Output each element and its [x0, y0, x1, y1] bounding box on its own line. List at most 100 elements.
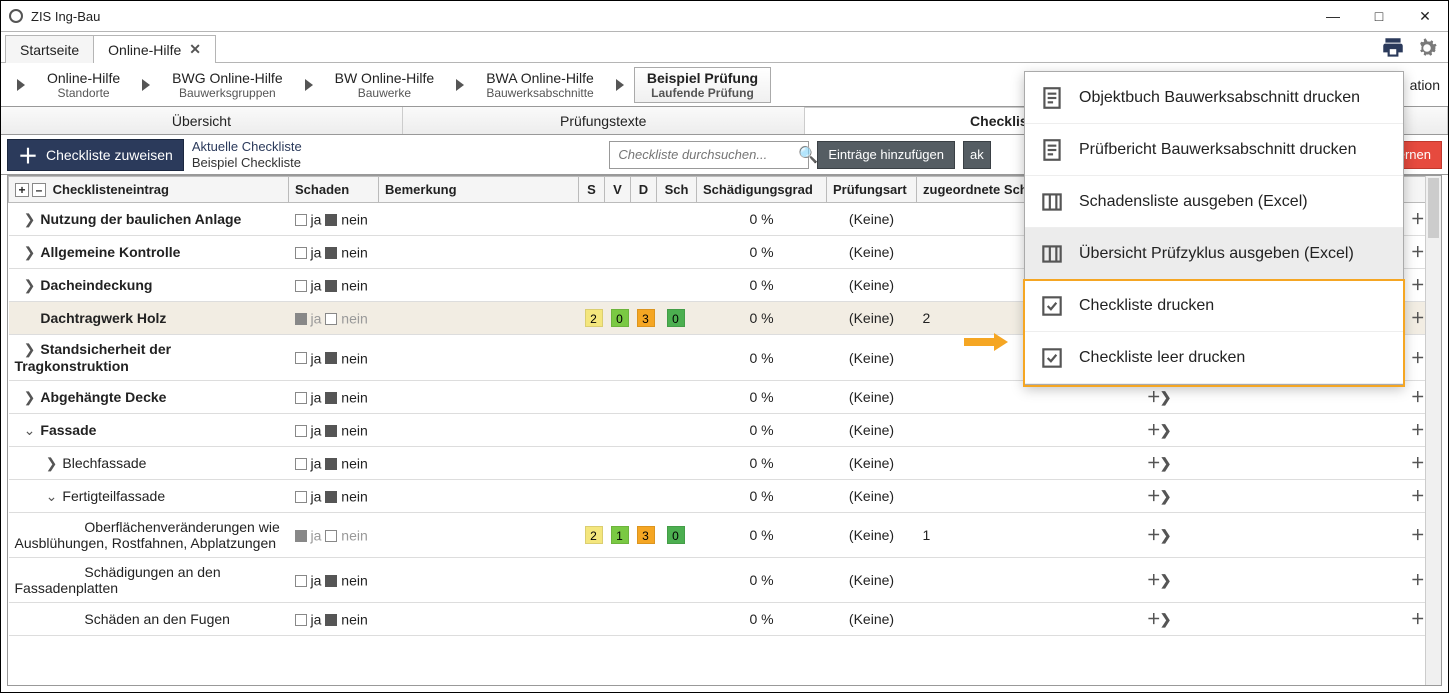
checkbox-ja[interactable] [295, 313, 307, 325]
checkbox-ja[interactable] [295, 214, 307, 226]
dd-schadensliste[interactable]: Schadensliste ausgeben (Excel) [1025, 176, 1403, 228]
search-box[interactable]: 🔍 [609, 141, 809, 169]
checkbox-nein[interactable] [325, 425, 337, 437]
current-checklist-name: Beispiel Checkliste [192, 155, 302, 171]
subtab-uebersicht[interactable]: Übersicht [1, 107, 403, 134]
table-row[interactable]: ❯ Blechfassadeja nein0 %(Keine)＋❯＋❯ [9, 447, 1441, 480]
dd-checkliste-leer-drucken[interactable]: Checkliste leer drucken [1025, 332, 1403, 384]
checkbox-nein[interactable] [325, 491, 337, 503]
checkbox-nein[interactable] [325, 352, 337, 364]
expand-toggle-icon[interactable]: ❯ [45, 455, 59, 472]
chevron-right-icon [17, 79, 25, 91]
checkbox-nein[interactable] [325, 392, 337, 404]
rating-badge: 0 [667, 526, 685, 544]
collapse-all-icon[interactable]: – [32, 183, 46, 197]
col-v[interactable]: V [605, 177, 631, 203]
checkbox-nein[interactable] [325, 614, 337, 626]
titlebar: ZIS Ing-Bau — □ ✕ [1, 1, 1448, 31]
crumb-4-active[interactable]: Beispiel PrüfungLaufende Prüfung [634, 67, 771, 103]
table-row[interactable]: ⌄ Fassadeja nein0 %(Keine)＋❯＋❯ [9, 414, 1441, 447]
search-input[interactable] [616, 146, 798, 163]
dd-checkliste-drucken[interactable]: Checkliste drucken [1025, 280, 1403, 332]
chevron-right-icon [142, 79, 150, 91]
current-checklist-label: Aktuelle Checkliste [192, 139, 302, 155]
col-sch[interactable]: Sch [657, 177, 697, 203]
subtab-pruefungstexte[interactable]: Prüfungstexte [403, 107, 805, 134]
crumb-1[interactable]: BWG Online-HilfeBauwerksgruppen [160, 70, 294, 100]
expand-all-icon[interactable]: + [15, 183, 29, 197]
checkbox-nein[interactable] [325, 280, 337, 292]
entry-name: Schädigungen an den Fassadenplatten [15, 564, 221, 596]
add-chevron-icon[interactable]: ＋❯ [1147, 527, 1171, 543]
col-d[interactable]: D [631, 177, 657, 203]
print-icon[interactable] [1380, 35, 1406, 61]
gear-icon[interactable] [1414, 35, 1440, 61]
expand-toggle-icon[interactable]: ❯ [23, 277, 37, 294]
col-s[interactable]: S [579, 177, 605, 203]
rating-badge: 1 [611, 526, 629, 544]
checkbox-ja[interactable] [295, 614, 307, 626]
col-type[interactable]: Prüfungsart [827, 177, 917, 203]
expand-toggle-icon[interactable]: ⌄ [23, 422, 37, 439]
add-chevron-icon[interactable]: ＋❯ [1147, 455, 1171, 471]
window-close-button[interactable]: ✕ [1402, 1, 1448, 31]
table-row[interactable]: Schäden an den Fugenja nein0 %(Keine)＋❯＋… [9, 603, 1441, 636]
checkbox-ja[interactable] [295, 575, 307, 587]
add-chevron-icon[interactable]: ＋❯ [1147, 611, 1171, 627]
checkbox-nein[interactable] [325, 575, 337, 587]
dd-pruefbericht[interactable]: Prüfbericht Bauwerksabschnitt drucken [1025, 124, 1403, 176]
checkbox-ja[interactable] [295, 458, 307, 470]
expand-toggle-icon[interactable]: ⌄ [45, 488, 59, 505]
checkbox-ja[interactable] [295, 247, 307, 259]
expand-toggle-icon[interactable]: ❯ [23, 244, 37, 261]
entry-name: Allgemeine Kontrolle [40, 244, 180, 260]
expand-toggle-icon[interactable]: ❯ [23, 211, 37, 228]
col-degree[interactable]: Schädigungsgrad [697, 177, 827, 203]
table-row[interactable]: Oberflächenveränderungen wie Ausblühunge… [9, 513, 1441, 558]
dd-uebersicht-pruefzyklus[interactable]: Übersicht Prüfzyklus ausgeben (Excel) [1025, 228, 1403, 280]
checkbox-nein[interactable] [325, 458, 337, 470]
col-remark[interactable]: Bemerkung [379, 177, 579, 203]
table-row[interactable]: Schädigungen an den Fassadenplattenja ne… [9, 558, 1441, 603]
checkbox-ja[interactable] [295, 491, 307, 503]
table-icon [1039, 189, 1065, 215]
tab-online-hilfe[interactable]: Online-Hilfe ✕ [93, 35, 216, 63]
add-chevron-icon[interactable]: ＋❯ [1147, 488, 1171, 504]
checkbox-ja[interactable] [295, 352, 307, 364]
add-chevron-icon[interactable]: ＋❯ [1147, 422, 1171, 438]
checkbox-nein[interactable] [325, 530, 337, 542]
checkbox-ja[interactable] [295, 425, 307, 437]
assign-checklist-button[interactable]: ＋ Checkliste zuweisen [7, 139, 184, 171]
table-row[interactable]: ❯ Abgehängte Deckeja nein0 %(Keine)＋❯＋❯ [9, 381, 1441, 414]
ak-button[interactable]: ak [963, 141, 991, 169]
crumb-overflow-text: ation [1410, 77, 1440, 93]
checkbox-ja[interactable] [295, 280, 307, 292]
entry-name: Dacheindeckung [40, 277, 152, 293]
table-icon [1039, 241, 1065, 267]
expand-toggle-icon[interactable]: ❯ [23, 341, 37, 358]
table-row[interactable]: ⌄ Fertigteilfassadeja nein0 %(Keine)＋❯＋❯ [9, 480, 1441, 513]
tab-start[interactable]: Startseite [5, 35, 94, 63]
entry-name: Fertigteilfassade [62, 488, 165, 504]
add-chevron-icon[interactable]: ＋❯ [1147, 389, 1171, 405]
col-entry[interactable]: +– Checklisteneintrag [9, 177, 289, 203]
crumb-3[interactable]: BWA Online-HilfeBauwerksabschnitte [474, 70, 606, 100]
checkbox-ja[interactable] [295, 392, 307, 404]
window-maximize-button[interactable]: □ [1356, 1, 1402, 31]
checkbox-ja[interactable] [295, 530, 307, 542]
close-icon[interactable]: ✕ [189, 41, 201, 58]
window-minimize-button[interactable]: — [1310, 1, 1356, 31]
add-chevron-icon[interactable]: ＋❯ [1147, 572, 1171, 588]
dd-objektbuch[interactable]: Objektbuch Bauwerksabschnitt drucken [1025, 72, 1403, 124]
vertical-scrollbar[interactable] [1425, 176, 1441, 685]
crumb-2[interactable]: BW Online-HilfeBauwerke [323, 70, 447, 100]
entry-name: Standsicherheit der Tragkonstruktion [15, 341, 172, 374]
checkbox-nein[interactable] [325, 247, 337, 259]
checkbox-nein[interactable] [325, 214, 337, 226]
checkbox-nein[interactable] [325, 313, 337, 325]
col-damage[interactable]: Schaden [289, 177, 379, 203]
crumb-0[interactable]: Online-HilfeStandorte [35, 70, 132, 100]
expand-toggle-icon[interactable]: ❯ [23, 389, 37, 406]
add-entries-button[interactable]: Einträge hinzufügen [817, 141, 955, 169]
search-icon[interactable]: 🔍 [798, 145, 818, 165]
